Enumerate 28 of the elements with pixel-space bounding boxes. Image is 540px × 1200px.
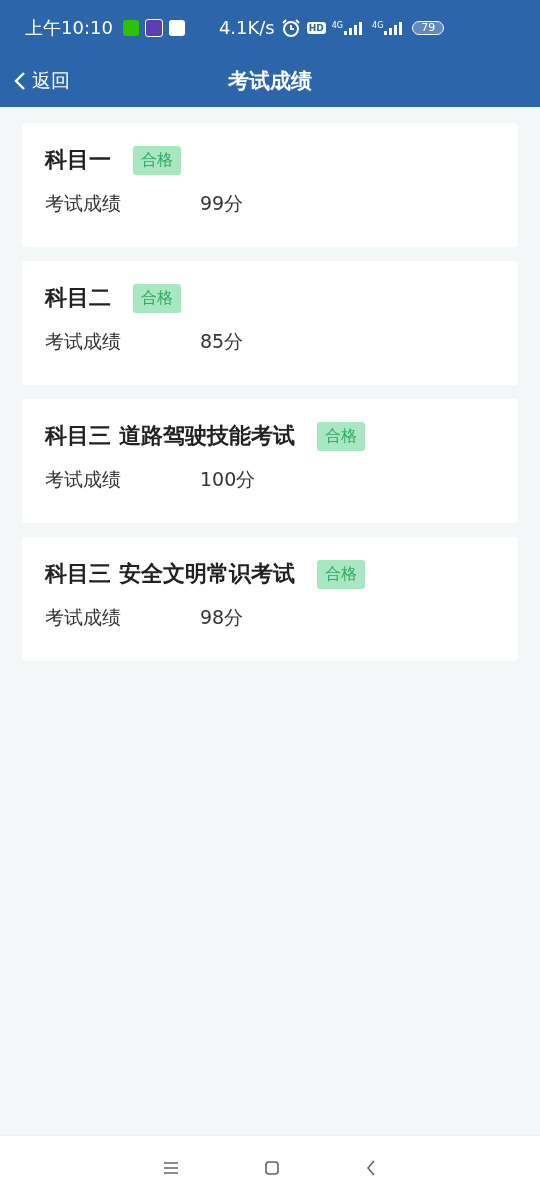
score-label: 考试成绩 (45, 329, 122, 354)
battery-indicator: 79 (412, 20, 445, 35)
score-value: 98分 (200, 605, 244, 630)
hd-indicator: HD (306, 21, 326, 34)
page-title: 考试成绩 (228, 68, 312, 95)
result-badge: 合格 (316, 421, 365, 451)
subject-name: 科目二 (45, 284, 111, 312)
result-badge: 合格 (133, 283, 181, 313)
score-label: 考试成绩 (45, 191, 122, 216)
alarm-icon (280, 17, 301, 38)
network-speed: 4.1K/s (218, 17, 275, 38)
subject-name: 科目三 安全文明常识考试 (45, 560, 295, 588)
score-value: 100分 (200, 467, 256, 492)
result-badge: 合格 (133, 145, 181, 175)
score-label: 考试成绩 (45, 605, 122, 630)
score-value: 99分 (200, 191, 244, 216)
score-value: 85分 (200, 329, 244, 354)
score-label: 考试成绩 (45, 467, 122, 492)
menu-icon[interactable] (163, 1162, 178, 1174)
back-button[interactable]: 返回 (0, 68, 70, 94)
subject-name: 科目三 道路驾驶技能考试 (45, 422, 295, 450)
subject-name: 科目一 (45, 146, 111, 174)
result-badge: 合格 (316, 559, 365, 589)
back-icon[interactable] (366, 1160, 377, 1176)
home-icon[interactable] (265, 1161, 279, 1175)
app-icon (144, 18, 163, 37)
chevron-left-icon (14, 71, 26, 91)
status-time: 上午10:10 (25, 15, 113, 40)
